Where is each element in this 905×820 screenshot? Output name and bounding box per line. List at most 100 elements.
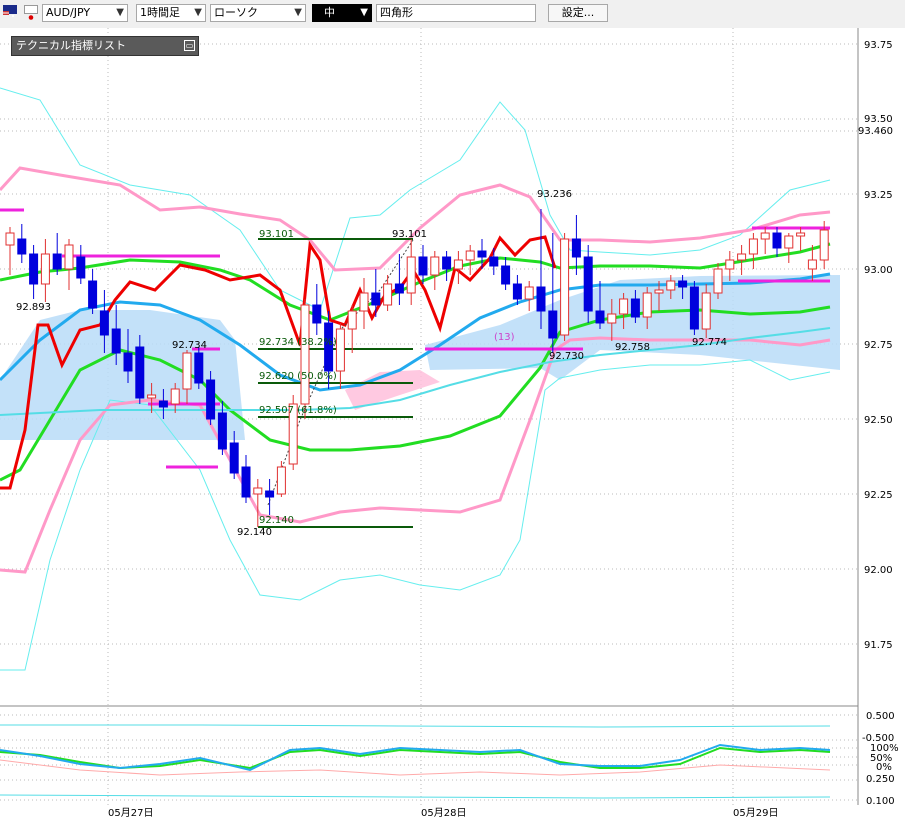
candle-body — [548, 310, 558, 339]
candle-body — [5, 232, 15, 246]
candle-body — [430, 256, 440, 276]
technical-indicator-list[interactable]: テクニカル指標リスト ▭ — [11, 36, 199, 56]
candle-body — [760, 232, 770, 240]
chevron-down-icon: ▼ — [194, 7, 202, 18]
candle-body — [371, 292, 381, 306]
price-tick: 93.50 — [864, 114, 893, 125]
candle-body — [265, 490, 275, 498]
chart-type-label: ローソク — [214, 6, 258, 19]
ichimoku-label: (13) — [494, 332, 515, 343]
candle-body — [737, 253, 747, 261]
candle[interactable] — [560, 233, 570, 341]
candle-body — [725, 259, 735, 270]
swing-label: 92.774 — [692, 337, 727, 348]
candle-body — [607, 313, 617, 324]
candle-body — [583, 256, 593, 312]
chart-type-select[interactable]: ローソク ▼ — [210, 4, 306, 22]
candle-body — [158, 400, 168, 408]
restore-icon[interactable]: ▭ — [184, 40, 195, 51]
candle-body — [772, 232, 782, 249]
price-chart[interactable]: 93.75 93.50 93.460 93.25 93.00 92.75 92.… — [0, 28, 905, 820]
candle-body — [796, 232, 806, 237]
settings-button-label: 設定... — [561, 6, 595, 19]
swing-label: 92.893 — [16, 302, 51, 313]
swing-label: 92.734 — [172, 340, 207, 351]
candle[interactable] — [583, 245, 593, 323]
osc-tick: 0.100 — [866, 796, 895, 807]
chevron-down-icon: ▼ — [116, 7, 124, 18]
osc-tick: 0.250 — [866, 774, 895, 785]
price-tick: 93.460 — [858, 126, 893, 137]
price-tick: 91.75 — [864, 640, 893, 651]
candle-body — [477, 250, 487, 258]
candle-body — [312, 304, 322, 324]
candle-body — [135, 346, 145, 399]
candle-body — [29, 253, 39, 285]
candle-body — [819, 229, 829, 261]
indicator-list-title: テクニカル指標リスト — [16, 39, 126, 52]
price-tick: 93.00 — [864, 265, 893, 276]
price-tick: 92.25 — [864, 490, 893, 501]
candle-body — [512, 283, 522, 300]
candle-body — [383, 283, 393, 306]
candle-body — [17, 238, 27, 255]
candle-body — [784, 235, 794, 249]
candle[interactable] — [194, 347, 204, 389]
swing-label: 93.236 — [537, 189, 572, 200]
swing-label: 93.101 — [392, 229, 427, 240]
candle-body — [807, 259, 817, 270]
timeframe-select[interactable]: 1時間足 ▼ — [136, 4, 206, 22]
timeframe-label: 1時間足 — [140, 6, 180, 19]
price-tick: 92.50 — [864, 415, 893, 426]
osc-tick: 0% — [876, 762, 892, 773]
candle-body — [701, 292, 711, 330]
price-tick: 92.75 — [864, 340, 893, 351]
candle-body — [123, 352, 133, 372]
candle-body — [170, 388, 180, 405]
candle-body — [406, 256, 416, 294]
candle-body — [88, 280, 98, 309]
chevron-down-icon: ▼ — [294, 7, 302, 18]
candle-body — [217, 412, 227, 450]
candle-body — [182, 352, 192, 390]
fib-label: 92.507 (61.8%) — [259, 405, 337, 416]
candle[interactable] — [300, 299, 310, 419]
swing-label: 92.140 — [237, 527, 272, 538]
candle-body — [571, 238, 581, 258]
candle-body — [630, 298, 640, 318]
size-select[interactable]: 中 ▼ — [312, 4, 372, 22]
candle-body — [560, 238, 570, 336]
candle-body — [194, 352, 204, 384]
drawing-tool-field[interactable]: 四角形 — [376, 4, 536, 22]
price-tick: 93.25 — [864, 190, 893, 201]
candle-body — [536, 286, 546, 312]
symbol-select[interactable]: AUD/JPY ▼ — [42, 4, 128, 22]
candle-body — [524, 286, 534, 300]
candle-body — [335, 328, 345, 372]
candle-body — [748, 238, 758, 255]
candle-body — [229, 442, 239, 474]
candle[interactable] — [689, 281, 699, 335]
candle-body — [453, 259, 463, 270]
candle-body — [489, 256, 499, 267]
candle-body — [253, 487, 263, 495]
fib-label: 92.140 — [259, 515, 294, 526]
candle-body — [678, 280, 688, 288]
candle-body — [300, 304, 310, 405]
candle-body — [619, 298, 629, 315]
candle-body — [206, 379, 216, 420]
candle-body — [40, 253, 50, 285]
chevron-down-icon: ▼ — [360, 7, 368, 18]
candle-body — [666, 280, 676, 291]
candle-body — [394, 283, 404, 294]
osc-tick: 0.500 — [866, 711, 895, 722]
candle-body — [501, 265, 511, 285]
aud-flag-icon — [3, 5, 17, 17]
candle-body — [465, 250, 475, 261]
fib-label: 92.734 (38.2%) — [259, 337, 337, 348]
candle-body — [689, 286, 699, 330]
date-label: 05月27日 — [108, 807, 153, 819]
date-label: 05月29日 — [733, 807, 778, 819]
drawing-tool-label: 四角形 — [380, 6, 413, 19]
settings-button[interactable]: 設定... — [548, 4, 608, 22]
